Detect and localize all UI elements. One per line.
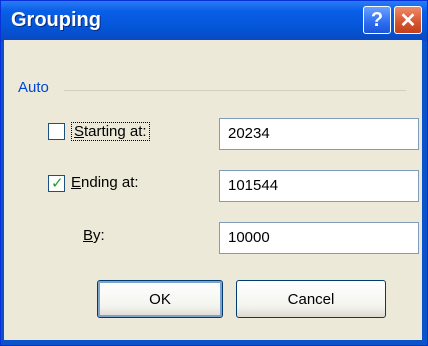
ending-at-input[interactable]: 101544 [219, 170, 419, 202]
by-mnemonic: B [83, 227, 94, 244]
ending-at-mnemonic: E [71, 174, 82, 191]
by-label-text: y: [93, 227, 105, 244]
help-button[interactable]: ? [363, 6, 391, 34]
close-icon: ✕ [399, 9, 417, 32]
checkmark-icon: ✓ [51, 174, 64, 192]
ending-at-checkbox[interactable]: ✓ [48, 175, 65, 192]
by-input[interactable]: 10000 [219, 222, 419, 254]
by-label: By: [83, 227, 105, 244]
ending-at-label-text: nding at: [81, 174, 139, 191]
cancel-button[interactable]: Cancel [236, 280, 386, 318]
window-title: Grouping [11, 9, 101, 31]
auto-group-label: Auto [18, 79, 49, 96]
title-bar[interactable]: Grouping ? ✕ [1, 1, 427, 41]
close-button[interactable]: ✕ [394, 6, 422, 34]
starting-at-label[interactable]: Starting at: [71, 122, 150, 141]
auto-group-divider [64, 90, 406, 91]
starting-at-label-text: tarting at: [84, 123, 147, 140]
starting-at-checkbox[interactable] [48, 123, 65, 140]
ok-button[interactable]: OK [97, 280, 223, 318]
starting-at-mnemonic: S [74, 123, 85, 140]
help-icon: ? [370, 8, 384, 31]
ending-at-label[interactable]: Ending at: [71, 174, 139, 191]
starting-at-input[interactable]: 20234 [219, 118, 419, 150]
